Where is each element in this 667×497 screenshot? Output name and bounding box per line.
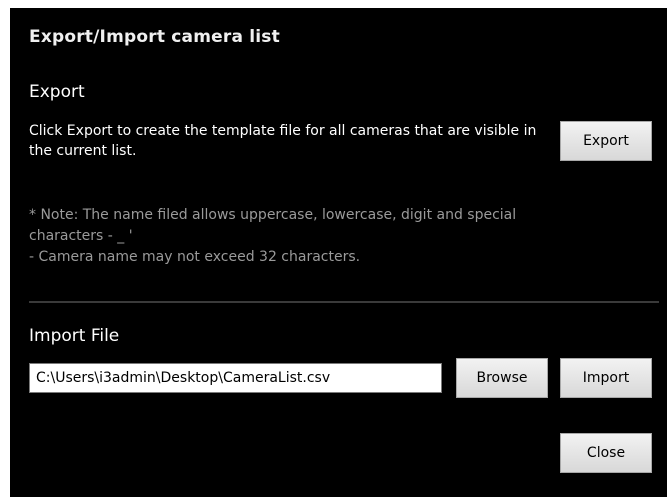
browse-button[interactable]: Browse	[456, 358, 548, 398]
close-button[interactable]: Close	[560, 433, 652, 473]
export-note: * Note: The name filed allows uppercase,…	[29, 207, 517, 265]
export-heading: Export	[29, 82, 85, 102]
import-file-path-input[interactable]	[29, 363, 442, 393]
dialog-title: Export/Import camera list	[29, 27, 280, 47]
section-divider	[29, 301, 659, 303]
import-button[interactable]: Import	[560, 358, 652, 398]
export-button[interactable]: Export	[560, 121, 652, 161]
import-heading: Import File	[29, 326, 120, 346]
export-description: Click Export to create the template file…	[29, 123, 537, 159]
export-import-dialog: Export/Import camera list Export Click E…	[10, 8, 667, 497]
